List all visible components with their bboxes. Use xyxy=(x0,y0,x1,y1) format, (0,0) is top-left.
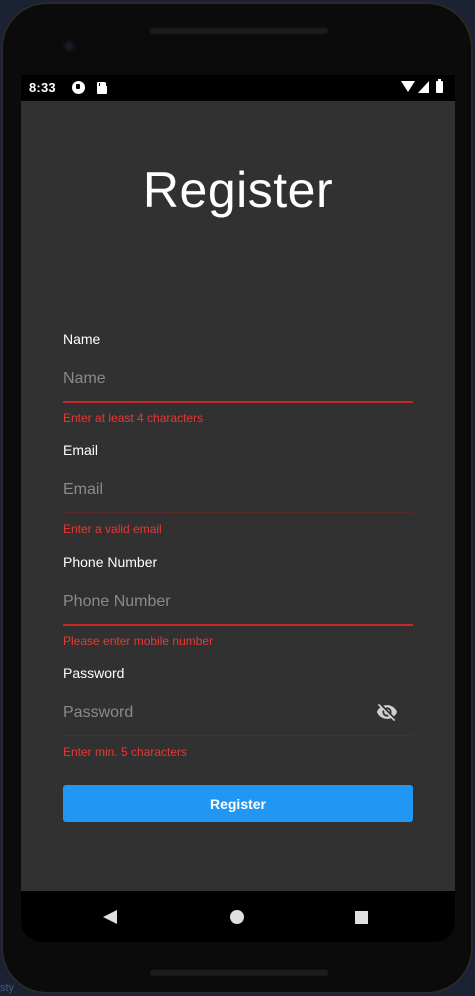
sd-card-icon xyxy=(97,82,107,94)
email-label: Email xyxy=(63,442,99,458)
front-camera xyxy=(62,39,76,53)
email-error: Enter a valid email xyxy=(63,522,162,536)
password-underline xyxy=(63,735,413,736)
name-label: Name xyxy=(63,331,101,347)
phone-field: Phone Number Please enter mobile number xyxy=(63,554,413,654)
password-error: Enter min. 5 characters xyxy=(63,745,188,759)
status-time: 8:33 xyxy=(29,80,56,95)
corner-text: sty xyxy=(0,982,15,994)
recents-icon[interactable] xyxy=(355,911,368,924)
navigation-bar xyxy=(21,891,455,942)
back-icon[interactable] xyxy=(103,910,117,924)
phone-input[interactable] xyxy=(63,590,363,614)
password-label: Password xyxy=(63,665,125,681)
password-field: Password Enter min. 5 characters xyxy=(63,665,413,765)
email-underline xyxy=(63,512,413,513)
eye-off-icon[interactable] xyxy=(374,701,400,723)
name-input[interactable] xyxy=(63,367,363,391)
bottom-speaker xyxy=(149,968,329,976)
page-title: Register xyxy=(142,162,334,218)
notification-app-icon xyxy=(72,81,85,94)
name-error: Enter at least 4 characters xyxy=(63,411,204,425)
status-bar: 8:33 xyxy=(21,75,455,101)
email-input[interactable] xyxy=(63,478,363,502)
phone-underline xyxy=(63,624,413,626)
top-speaker xyxy=(149,26,329,34)
battery-icon xyxy=(436,79,443,93)
password-input[interactable] xyxy=(63,701,363,725)
register-button[interactable]: Register xyxy=(63,785,413,822)
cell-signal-icon xyxy=(418,81,429,93)
app-screen: 8:33 Register Name Enter at least 4 char… xyxy=(21,75,455,942)
home-icon[interactable] xyxy=(230,910,244,924)
name-underline xyxy=(63,401,413,403)
phone-error: Please enter mobile number xyxy=(63,634,214,648)
phone-frame: 8:33 Register Name Enter at least 4 char… xyxy=(1,2,473,994)
phone-label: Phone Number xyxy=(63,554,158,570)
email-field: Email Enter a valid email xyxy=(63,442,413,542)
name-field: Name Enter at least 4 characters xyxy=(63,331,413,431)
wifi-icon xyxy=(401,81,415,92)
